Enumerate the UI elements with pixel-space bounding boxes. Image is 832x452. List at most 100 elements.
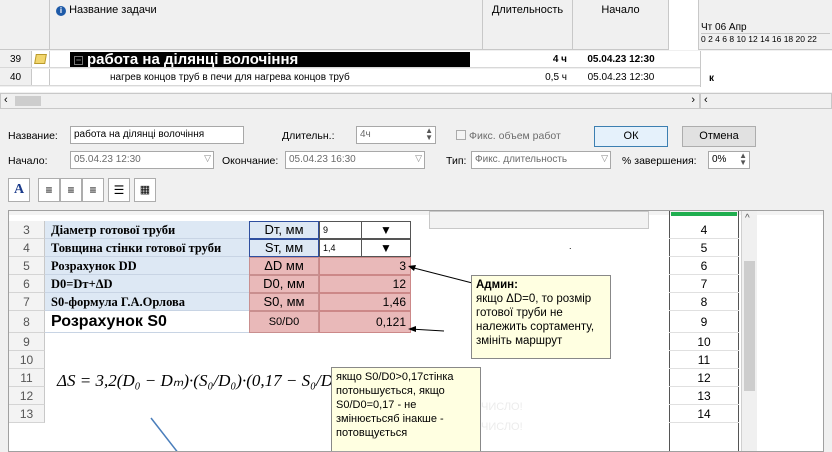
checkbox-icon[interactable] <box>456 130 466 140</box>
task-duration: 0,5 ч <box>545 72 567 83</box>
task-start: 05.04.23 12:30 <box>587 72 655 83</box>
scroll-up-icon[interactable]: ^ <box>745 213 750 224</box>
horizontal-scrollbar[interactable]: ‹ › <box>0 93 700 109</box>
indicator-cell <box>32 69 50 85</box>
column-header-duration[interactable]: Длительность <box>483 0 573 50</box>
fixed-volume-checkbox[interactable]: Фикс. объем работ <box>456 130 561 142</box>
row-number: 6 <box>9 275 45 293</box>
list-item: 10 <box>669 333 739 351</box>
insert-object-icon[interactable]: ▦ <box>134 178 156 202</box>
scroll-left-icon[interactable]: ‹ <box>704 94 708 106</box>
bullet-list-icon[interactable]: ☰ <box>108 178 130 202</box>
info-icon: i <box>56 6 66 16</box>
gantt-splitter[interactable] <box>669 0 699 50</box>
timeline-header: Чт 06 Апр 0 2 4 6 8 10 12 14 16 18 20 22 <box>699 0 832 50</box>
note-author: Админ: <box>476 279 518 291</box>
row-number: 9 <box>9 333 45 351</box>
scroll-thumb[interactable] <box>744 261 755 391</box>
row-number: 11 <box>9 369 45 387</box>
green-bar <box>671 212 737 216</box>
align-left-icon[interactable]: ≡ <box>38 178 60 202</box>
duration-input[interactable]: 4ч ▲ ▼ <box>356 126 436 144</box>
diameter-dropdown[interactable]: ▼ <box>361 221 411 239</box>
table-row[interactable]: 3 Діаметр готової труби Dт, мм 9 ▼ 4 <box>9 221 823 239</box>
faded-error-text: ЧИСЛО! <box>481 421 523 433</box>
row-number: 5 <box>9 257 45 275</box>
list-item: 13 <box>669 387 739 405</box>
chevron-down-icon[interactable]: ▽ <box>415 153 422 164</box>
task-name: работа на ділянці волочіння <box>87 51 299 68</box>
end-input[interactable]: 05.04.23 16:30 ▽ <box>285 151 425 169</box>
table-row[interactable]: 39 − работа на ділянці волочіння 4 ч 05.0… <box>0 51 700 68</box>
name-label: Название: <box>8 130 58 142</box>
column-start-label: Начало <box>601 4 640 16</box>
comment-note-thickness[interactable]: якщо S0/D0>0,17стінка потоньшується, якщ… <box>331 367 481 451</box>
list-item: 5 <box>669 239 739 257</box>
embedded-spreadsheet[interactable]: 3 Діаметр готової труби Dт, мм 9 ▼ 4 4 Т… <box>8 210 824 452</box>
chart-marker: к <box>709 73 715 84</box>
row-number: 7 <box>9 293 45 311</box>
spin-icon[interactable]: ▲ ▼ <box>425 127 433 142</box>
timeline-scrollbar[interactable]: ‹ <box>700 93 832 109</box>
column-header-name[interactable]: i Название задачи <box>50 0 483 50</box>
summary-task-name[interactable]: − работа на ділянці волочіння <box>70 52 470 67</box>
vertical-scrollbar[interactable]: ^ <box>741 211 757 451</box>
project-task-window: i Название задачи Длительность Начало Чт… <box>0 0 832 452</box>
chevron-down-icon[interactable]: ▽ <box>204 153 211 164</box>
delta-d-value[interactable]: 3 <box>319 257 411 275</box>
font-icon[interactable]: A <box>8 178 30 202</box>
row-number: 8 <box>9 311 45 333</box>
task-duration: 4 ч <box>552 54 567 65</box>
formula-image: ΔS = 3,2(D₀ − Dₘ)·(S₀/D₀)·(0,17 − S₀/D₀) <box>57 371 345 390</box>
name-input[interactable]: работа на ділянці волочіння <box>70 126 244 144</box>
list-item: 14 <box>669 405 739 423</box>
type-select[interactable]: Фикс. длительность ▽ <box>471 151 611 169</box>
ok-button[interactable]: ОК <box>594 126 668 147</box>
start-value: 05.04.23 12:30 <box>74 154 141 165</box>
diameter-value[interactable]: 9 <box>319 221 363 239</box>
end-label: Окончание: <box>222 155 279 167</box>
d0-value[interactable]: 12 <box>319 275 411 293</box>
section-title: Розрахунок S0 <box>45 311 249 333</box>
cancel-button[interactable]: Отмена <box>682 126 756 147</box>
note-text: якщо S0/D0>0,17стінка потоньшується, якщ… <box>336 371 454 439</box>
chevron-down-icon[interactable]: ▽ <box>601 153 608 164</box>
thickness-value[interactable]: 1,4 <box>319 239 363 257</box>
gantt-header: i Название задачи Длительность Начало Чт… <box>0 0 832 50</box>
spin-icon[interactable]: ▲ ▼ <box>739 152 747 167</box>
column-duration-label: Длительность <box>491 4 564 16</box>
align-center-icon[interactable]: ≡ <box>60 178 82 202</box>
comment-note-admin[interactable]: Админ: якщо ΔD=0, то розмір готової труб… <box>471 275 611 359</box>
column-header-start[interactable]: Начало <box>573 0 669 50</box>
s0-value[interactable]: 1,46 <box>319 293 411 311</box>
row-number: 40 <box>0 69 32 85</box>
complete-input[interactable]: 0% ▲ ▼ <box>708 151 750 169</box>
align-right-icon[interactable]: ≡ <box>82 178 104 202</box>
note-icon <box>32 51 50 67</box>
task-name: нагрев концов труб в печи для нагрева ко… <box>110 72 350 83</box>
complete-label: % завершения: <box>622 155 697 167</box>
ratio-value[interactable]: 0,121 <box>319 311 411 333</box>
list-item: 9 <box>669 311 739 333</box>
note-text: якщо ΔD=0, то розмір готової труби не на… <box>476 293 595 347</box>
scroll-thumb[interactable] <box>15 96 41 106</box>
duration-label: Длительн.: <box>282 130 335 142</box>
collapse-icon[interactable]: − <box>74 56 83 65</box>
type-value: Фикс. длительность <box>475 154 568 165</box>
complete-value: 0% <box>712 154 727 165</box>
caret-down-icon[interactable]: ▼ <box>380 241 392 255</box>
task-start: 05.04.23 12:30 <box>587 54 655 65</box>
scroll-right-icon[interactable]: › <box>691 94 695 106</box>
row-symbol: D0, мм <box>249 275 319 293</box>
fixed-volume-label: Фикс. объем работ <box>469 130 561 142</box>
list-item: 4 <box>669 221 739 239</box>
gantt-chart-area[interactable]: к <box>700 51 832 87</box>
row-number: 3 <box>9 221 45 239</box>
scroll-left-icon[interactable]: ‹ <box>4 94 8 106</box>
duration-value: 4ч <box>360 129 371 140</box>
start-input[interactable]: 05.04.23 12:30 ▽ <box>70 151 214 169</box>
row-label: Діаметр готової труби <box>45 221 249 239</box>
row-symbol: S0/D0 <box>249 311 319 333</box>
table-row[interactable]: 40 нагрев концов труб в печи для нагрева… <box>0 69 700 86</box>
caret-down-icon[interactable]: ▼ <box>380 223 392 237</box>
